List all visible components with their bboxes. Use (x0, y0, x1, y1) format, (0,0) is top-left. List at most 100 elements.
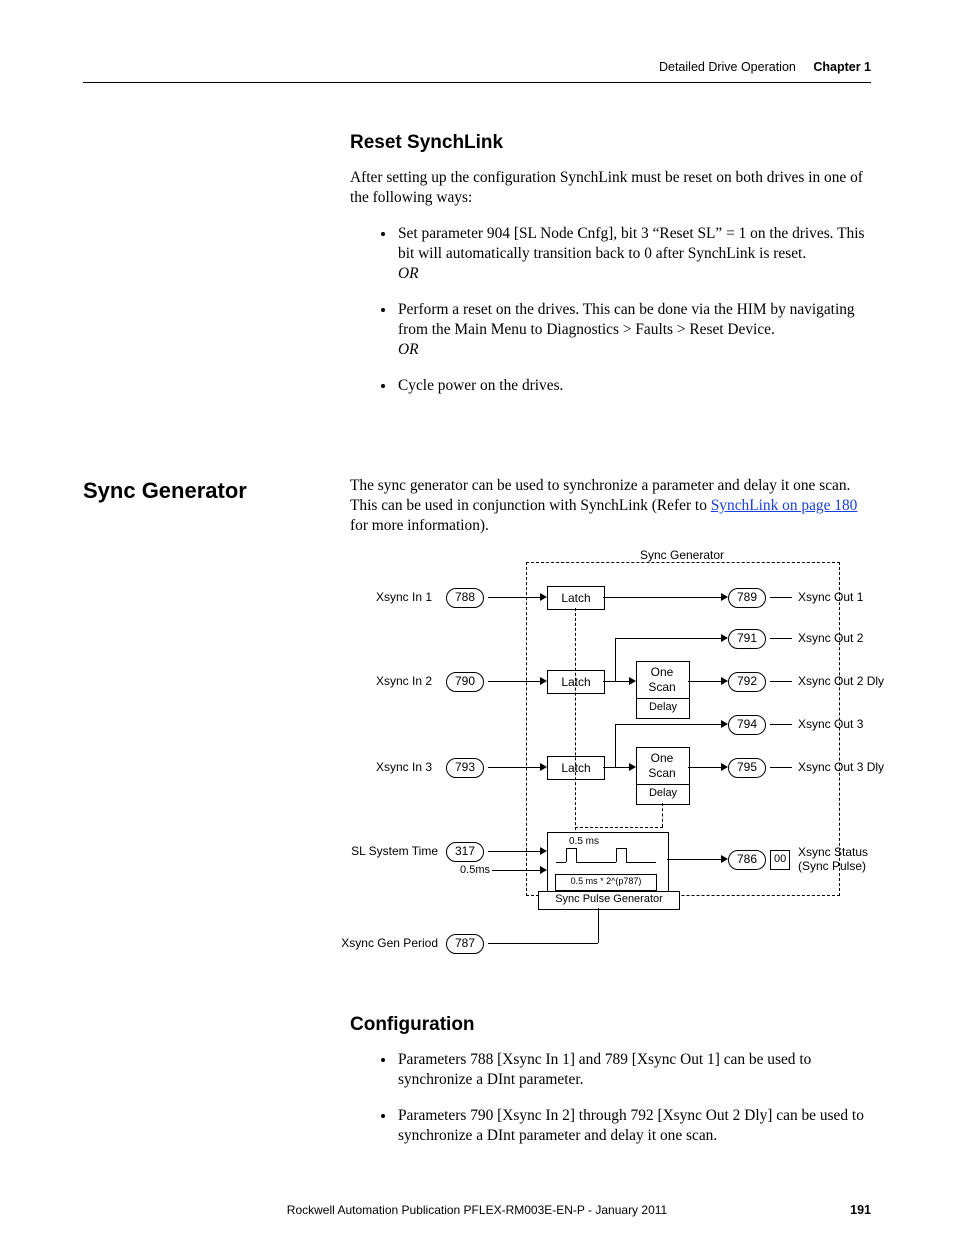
connector (770, 681, 792, 682)
section-reset-synchlink: Reset SynchLink After setting up the con… (350, 132, 871, 412)
param-791: 791 (728, 629, 766, 649)
configuration-bullets: Parameters 788 [Xsync In 1] and 789 [Xsy… (350, 1050, 871, 1146)
wave-seg (616, 848, 626, 849)
wave-seg (556, 862, 566, 863)
osd1-c: Delay (636, 698, 690, 719)
param-787: 787 (446, 934, 484, 954)
param-788: 788 (446, 588, 484, 608)
wave-seg (576, 848, 577, 862)
connector (770, 724, 792, 725)
heading-configuration: Configuration (350, 1014, 871, 1036)
arrow-icon (540, 677, 547, 685)
diagram-title: Sync Generator (526, 548, 838, 562)
wave-seg (626, 848, 627, 862)
wave-seg (576, 862, 616, 863)
arrow-icon (721, 634, 728, 642)
connector (488, 681, 544, 682)
side-heading-sync-generator: Sync Generator (83, 478, 247, 504)
param-794: 794 (728, 715, 766, 735)
connector (615, 724, 725, 725)
connector (688, 767, 725, 768)
running-header: Detailed Drive Operation Chapter 1 (659, 60, 871, 74)
connector-dashed (662, 803, 663, 827)
connector (615, 638, 725, 639)
osd1-a: One (636, 665, 688, 679)
xsync-status-label-a: Xsync Status (798, 845, 868, 859)
xsync-out-3-label: Xsync Out 3 (798, 717, 863, 731)
bullet-text: Cycle power on the drives. (398, 377, 563, 394)
arrow-icon (540, 763, 547, 771)
mult-expr-box: 0.5 ms * 2^(p787) (555, 874, 657, 891)
param-792: 792 (728, 672, 766, 692)
arrow-icon (721, 720, 728, 728)
wave-seg (566, 848, 576, 849)
param-793: 793 (446, 758, 484, 778)
connector (492, 870, 545, 871)
arrow-icon (721, 763, 728, 771)
arrow-icon (540, 593, 547, 601)
param-789: 789 (728, 588, 766, 608)
arrow-icon (629, 763, 636, 771)
reset-intro-text: After setting up the configuration Synch… (350, 168, 871, 208)
xsync-in-1-label: Xsync In 1 (340, 590, 432, 604)
wave-seg (626, 862, 656, 863)
halfms-outside: 0.5ms (440, 864, 490, 876)
page-number: 191 (850, 1203, 871, 1217)
bit-00: 00 (770, 850, 790, 870)
halfms-inside: 0.5 ms (569, 836, 599, 847)
bullet-text: Parameters 790 [Xsync In 2] through 792 … (398, 1107, 864, 1144)
wave-seg (616, 848, 617, 862)
connector-dashed (575, 827, 663, 828)
xsync-out-1-label: Xsync Out 1 (798, 590, 863, 604)
xsync-in-3-label: Xsync In 3 (340, 760, 432, 774)
latch-box-1: Latch (547, 586, 605, 610)
xsync-status-label-b: (Sync Pulse) (798, 859, 866, 873)
param-795: 795 (728, 758, 766, 778)
xsync-gen-period-label: Xsync Gen Period (310, 936, 438, 950)
xsync-out-2-label: Xsync Out 2 (798, 631, 863, 645)
connector (667, 859, 725, 860)
heading-reset-synchlink: Reset SynchLink (350, 132, 871, 154)
arrow-icon (540, 847, 547, 855)
connector (770, 638, 792, 639)
list-item: Set parameter 904 [SL Node Cnfg], bit 3 … (396, 224, 871, 284)
connector (488, 851, 544, 852)
arrow-icon (540, 866, 547, 874)
header-rule (83, 82, 871, 83)
header-chapter: Chapter 1 (813, 60, 871, 74)
xsync-in-2-label: Xsync In 2 (340, 674, 432, 688)
list-item: Perform a reset on the drives. This can … (396, 300, 871, 360)
osd2-b: Scan (636, 766, 688, 780)
arrow-icon (721, 593, 728, 601)
or-text: OR (398, 341, 419, 358)
connector (688, 681, 725, 682)
connector (615, 638, 616, 681)
sl-system-time-label: SL System Time (320, 844, 438, 858)
connector (598, 908, 599, 943)
xsync-out-3-dly-label: Xsync Out 3 Dly (798, 760, 884, 774)
latch-box-2: Latch (547, 670, 605, 694)
bullet-text: Set parameter 904 [SL Node Cnfg], bit 3 … (398, 225, 864, 262)
header-section: Detailed Drive Operation (659, 60, 796, 74)
reset-bullets: Set parameter 904 [SL Node Cnfg], bit 3 … (350, 224, 871, 396)
connector (488, 597, 544, 598)
arrow-icon (629, 677, 636, 685)
section-sync-generator: The sync generator can be used to synchr… (350, 476, 871, 552)
footer-publication: Rockwell Automation Publication PFLEX-RM… (0, 1203, 954, 1217)
connector (770, 767, 792, 768)
osd1-b: Scan (636, 680, 688, 694)
synchlink-xref-link[interactable]: SynchLink on page 180 (711, 497, 858, 514)
section-configuration: Configuration Parameters 788 [Xsync In 1… (350, 1014, 871, 1162)
bullet-text: Perform a reset on the drives. This can … (398, 301, 855, 338)
list-item: Parameters 788 [Xsync In 1] and 789 [Xsy… (396, 1050, 871, 1090)
sync-generator-diagram: Sync Generator Xsync In 1 788 Latch 789 … (350, 548, 910, 968)
osd2-c: Delay (636, 784, 690, 805)
connector (603, 597, 725, 598)
param-786: 786 (728, 850, 766, 870)
connector-dashed (575, 608, 576, 840)
osd2-a: One (636, 751, 688, 765)
connector (488, 943, 598, 944)
wave-seg (566, 848, 567, 862)
param-317: 317 (446, 842, 484, 862)
page: Detailed Drive Operation Chapter 1 Reset… (0, 0, 954, 1235)
